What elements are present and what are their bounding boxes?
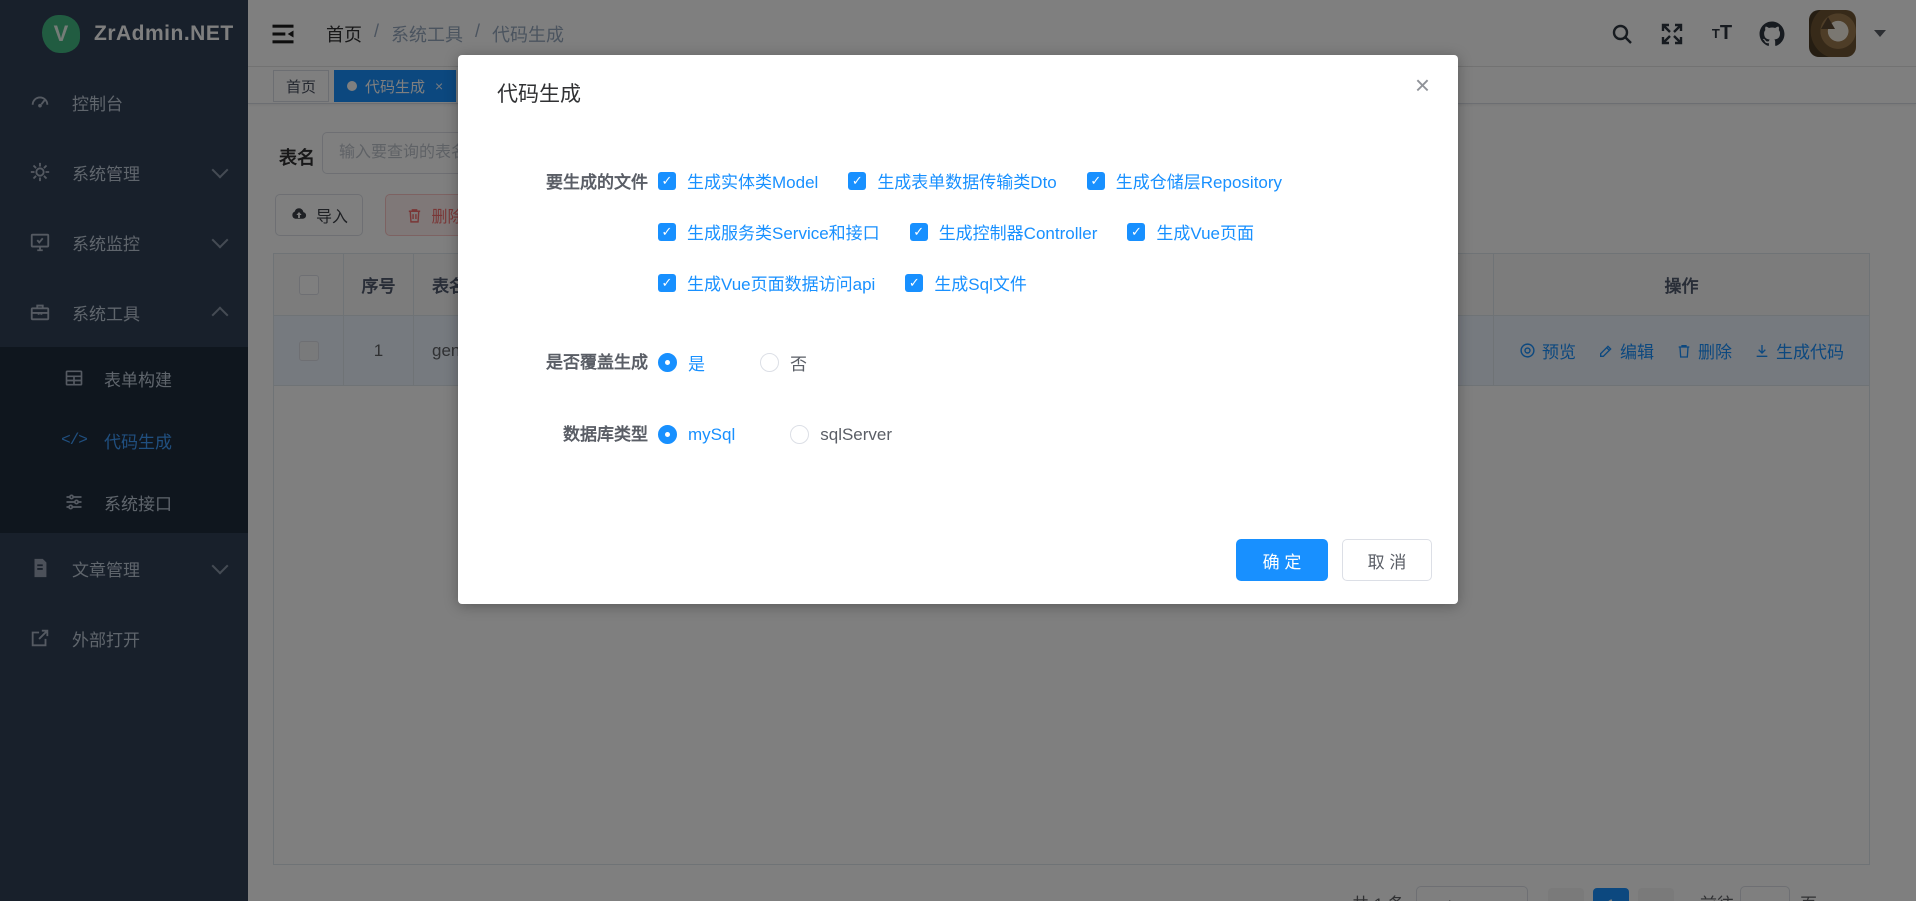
radio-sqlserver[interactable]: sqlServer [790, 425, 892, 445]
generate-files-checkbox-group: ✓ 生成实体类Model ✓ 生成表单数据传输类Dto ✓ 生成仓储层Repos… [658, 164, 1358, 299]
checkbox-dto[interactable]: ✓ 生成表单数据传输类Dto [848, 164, 1056, 197]
checkbox-sql-file[interactable]: ✓ 生成Sql文件 [905, 266, 1027, 299]
checkbox-vue-page[interactable]: ✓ 生成Vue页面 [1127, 215, 1254, 248]
app-window: V ZrAdmin.NET 控制台 系统管理 系统监控 [0, 0, 1916, 901]
radio-mysql[interactable]: mySql [658, 425, 735, 445]
dialog-title: 代码生成 [497, 78, 581, 108]
checked-checkbox-icon: ✓ [1087, 172, 1105, 190]
cancel-button[interactable]: 取 消 [1342, 539, 1432, 581]
checked-checkbox-icon: ✓ [1127, 223, 1145, 241]
db-type-label: 数据库类型 [458, 418, 648, 451]
checkbox-controller[interactable]: ✓ 生成控制器Controller [910, 215, 1098, 248]
checkbox-model[interactable]: ✓ 生成实体类Model [658, 164, 818, 197]
confirm-button[interactable]: 确 定 [1236, 539, 1328, 581]
radio-selected-icon [658, 353, 677, 372]
overwrite-radio-group: 是 否 [658, 346, 862, 379]
checked-checkbox-icon: ✓ [658, 172, 676, 190]
close-icon[interactable]: × [1415, 72, 1430, 98]
radio-unselected-icon [760, 353, 779, 372]
checked-checkbox-icon: ✓ [848, 172, 866, 190]
checked-checkbox-icon: ✓ [658, 274, 676, 292]
db-type-radio-group: mySql sqlServer [658, 418, 947, 451]
radio-overwrite-yes[interactable]: 是 [658, 350, 705, 375]
checkbox-repository[interactable]: ✓ 生成仓储层Repository [1087, 164, 1282, 197]
code-generation-dialog: 代码生成 × 要生成的文件 ✓ 生成实体类Model ✓ 生成表单数据传输类Dt… [458, 55, 1458, 604]
checkbox-service[interactable]: ✓ 生成服务类Service和接口 [658, 215, 880, 248]
checked-checkbox-icon: ✓ [905, 274, 923, 292]
checkbox-vue-api[interactable]: ✓ 生成Vue页面数据访问api [658, 266, 875, 299]
radio-overwrite-no[interactable]: 否 [760, 350, 807, 375]
radio-selected-icon [658, 425, 677, 444]
checked-checkbox-icon: ✓ [910, 223, 928, 241]
fields-label: 要生成的文件 [458, 166, 648, 199]
checked-checkbox-icon: ✓ [658, 223, 676, 241]
overwrite-label: 是否覆盖生成 [458, 346, 648, 379]
radio-unselected-icon [790, 425, 809, 444]
